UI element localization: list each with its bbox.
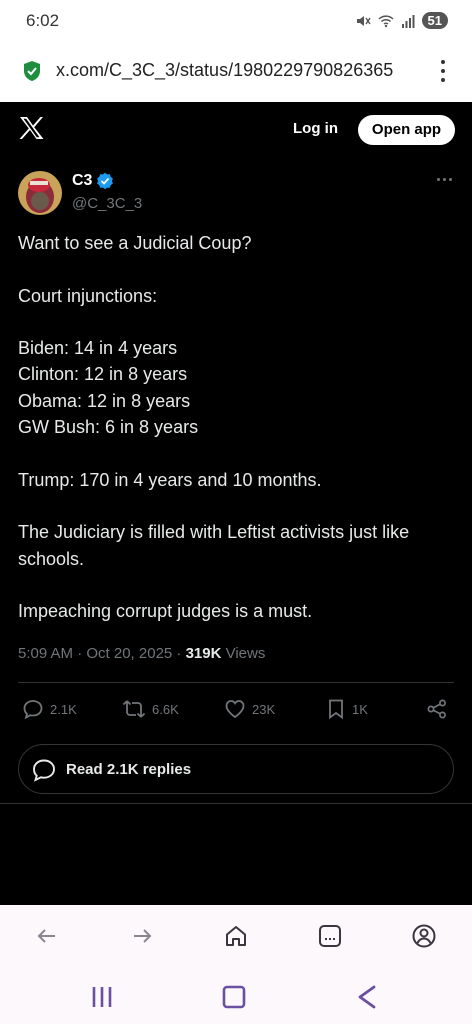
status-time: 6:02 (26, 11, 60, 30)
account-icon[interactable] (411, 923, 437, 949)
read-replies-button[interactable]: Read 2.1K replies (18, 744, 454, 794)
tweet-line (18, 440, 458, 466)
status-icons: 51 (355, 12, 448, 29)
tweet-line: The Judiciary is filled with Leftist act… (18, 522, 410, 543)
author-handle[interactable]: @C_3C_3 (72, 195, 142, 212)
x-logo-icon[interactable] (19, 116, 44, 140)
reply-icon (23, 700, 43, 720)
read-replies-label: Read 2.1K replies (66, 761, 192, 778)
back-arrow-icon[interactable] (34, 923, 60, 949)
reply-button[interactable]: 2.1K (22, 698, 77, 720)
browser-bottom-nav (0, 905, 472, 967)
tweet-meta: 5:09 AM · Oct 20, 2025 · 319K Views (18, 645, 265, 662)
like-count: 23K (252, 701, 276, 717)
divider (0, 803, 472, 804)
recents-icon[interactable] (90, 985, 114, 1009)
back-icon[interactable] (355, 985, 379, 1009)
share-button[interactable] (426, 698, 448, 720)
repost-count: 6.6K (152, 701, 179, 717)
tweet-line (18, 493, 458, 519)
tweet-line: Court injunctions: (18, 285, 158, 306)
status-bar: 6:02 51 (0, 0, 472, 44)
open-app-button[interactable]: Open app (358, 115, 455, 145)
tweet-line (18, 256, 458, 282)
repost-button[interactable]: 6.6K (122, 698, 179, 720)
tweet-line: schools. (18, 548, 85, 569)
tweet-line: Biden: 14 in 4 years (18, 338, 178, 359)
signal-icon (401, 14, 415, 28)
forward-arrow-icon[interactable] (129, 923, 155, 949)
more-options-icon[interactable] (437, 178, 452, 181)
reply-icon (33, 759, 55, 782)
system-nav-bar (0, 967, 472, 1024)
battery-icon: 51 (421, 12, 448, 29)
tweet-line: Obama: 12 in 8 years (18, 390, 191, 411)
tweet-line (18, 572, 458, 598)
wifi-icon (378, 14, 394, 27)
divider (18, 682, 454, 683)
avatar[interactable] (18, 171, 62, 215)
tweet-timestamp[interactable]: 5:09 AM · Oct 20, 2025 · (18, 645, 186, 662)
reply-count: 2.1K (50, 701, 77, 717)
login-link[interactable]: Log in (293, 120, 338, 137)
home-icon[interactable] (223, 923, 249, 949)
tweet-line: Trump: 170 in 4 years and 10 months. (18, 469, 322, 490)
overflow-menu-icon[interactable] (440, 60, 446, 82)
bookmark-button[interactable]: 1K (326, 698, 368, 720)
tweet-line (18, 309, 458, 335)
views-label: Views (221, 645, 266, 662)
tweet-text: Want to see a Judicial Coup? Court injun… (18, 230, 458, 624)
security-shield-icon[interactable] (22, 60, 42, 82)
url-bar: x.com/C_3C_3/status/1980229790826365 (0, 44, 472, 102)
x-header: Log in Open app (0, 102, 472, 156)
author-name-row[interactable]: C3 (72, 172, 114, 190)
tweet-line: Impeaching corrupt judges is a must. (18, 601, 313, 622)
bookmark-count: 1K (352, 701, 368, 717)
tweet-line: Want to see a Judicial Coup? (18, 233, 252, 253)
author-name[interactable]: C3 (72, 172, 92, 190)
repost-icon (122, 700, 146, 718)
mute-icon (356, 15, 371, 26)
share-icon (427, 699, 446, 719)
views-count: 319K (185, 645, 222, 662)
like-icon (225, 700, 245, 719)
url-field[interactable]: x.com/C_3C_3/status/1980229790826365 (56, 60, 416, 81)
tweet-line: Clinton: 12 in 8 years (18, 364, 188, 385)
bookmark-icon (329, 699, 343, 720)
home-button-icon[interactable] (222, 985, 246, 1009)
tweet-line: GW Bush: 6 in 8 years (18, 417, 199, 438)
verified-badge-icon (97, 172, 114, 190)
tweet-actions: 2.1K 6.6K 23K 1K (22, 698, 452, 722)
tabs-icon[interactable] (317, 923, 343, 949)
like-button[interactable]: 23K (224, 698, 275, 720)
